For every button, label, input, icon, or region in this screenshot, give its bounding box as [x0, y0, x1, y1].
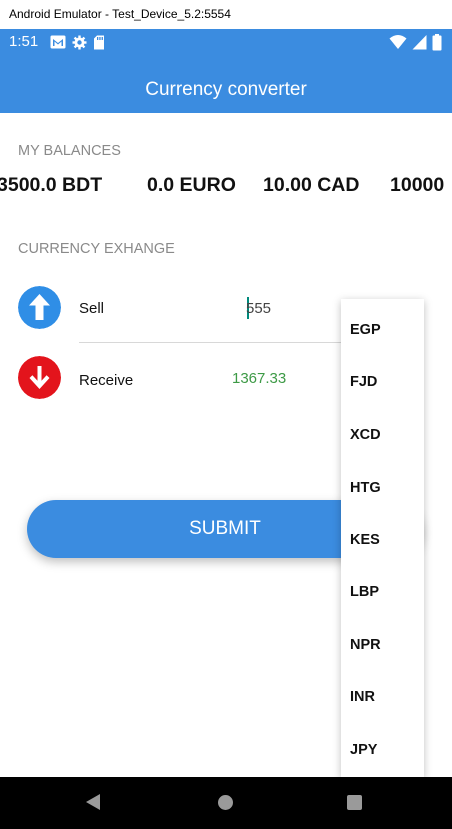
sd-card-icon [94, 35, 104, 50]
back-icon[interactable] [86, 794, 100, 810]
emulator-title: Android Emulator - Test_Device_5.2:5554 [9, 7, 231, 21]
exchange-header: CURRENCY EXHANGE [18, 241, 175, 257]
recent-apps-icon[interactable] [347, 795, 362, 810]
balances-header: MY BALANCES [18, 143, 121, 159]
status-notification-icons [50, 35, 105, 50]
currency-option[interactable]: NPR [350, 637, 381, 653]
arrow-down-icon [18, 356, 61, 399]
status-time: 1:51 [9, 33, 39, 50]
receive-amount: 1367.33 [232, 370, 287, 387]
settings-gear-icon [72, 35, 87, 50]
wifi-icon [389, 35, 407, 49]
balance-item: 10.00 CAD [263, 174, 360, 196]
app-bar: Currency converter [0, 57, 452, 113]
battery-icon [432, 34, 442, 51]
arrow-up-icon [18, 286, 61, 329]
sell-label: Sell [79, 300, 105, 317]
status-system-icons [389, 34, 442, 51]
balance-item: 10000 [390, 174, 445, 196]
android-nav-bar [0, 777, 452, 829]
receive-label: Receive [79, 372, 134, 389]
currency-option[interactable]: EGP [350, 322, 381, 338]
gmail-icon [50, 35, 66, 49]
currency-dropdown-menu[interactable]: EGP FJD XCD HTG KES LBP NPR INR JPY [341, 299, 424, 777]
sell-amount-input[interactable]: 555 [246, 300, 271, 317]
home-icon[interactable] [218, 795, 233, 810]
balances-scroller[interactable]: 3500.0 BDT 0.0 EURO 10.00 CAD 10000 [0, 174, 452, 202]
balance-item: 3500.0 BDT [0, 174, 103, 196]
balance-item: 0.0 EURO [147, 174, 236, 196]
currency-option[interactable]: KES [350, 532, 380, 548]
currency-option[interactable]: JPY [350, 742, 377, 758]
currency-option[interactable]: HTG [350, 480, 381, 496]
currency-option[interactable]: INR [350, 689, 375, 705]
row-divider [79, 342, 341, 343]
currency-option[interactable]: LBP [350, 584, 379, 600]
status-bar: 1:51 [0, 29, 452, 57]
signal-icon [412, 35, 427, 50]
currency-option[interactable]: XCD [350, 427, 381, 443]
currency-option[interactable]: FJD [350, 374, 377, 390]
emulator-title-bar: Android Emulator - Test_Device_5.2:5554 [0, 0, 452, 29]
